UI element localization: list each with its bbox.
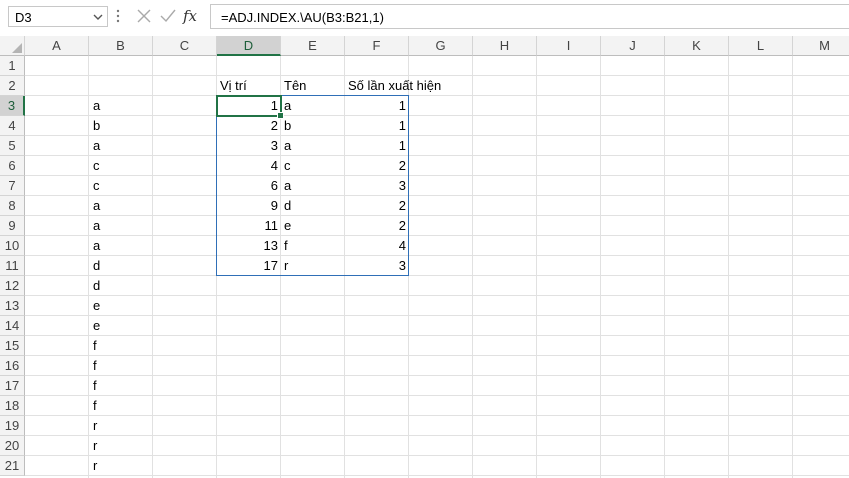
cell-b5[interactable]: a	[90, 136, 154, 156]
row-header-2[interactable]: 2	[0, 76, 25, 96]
row-header-7[interactable]: 7	[0, 176, 25, 196]
column-header-k[interactable]: K	[665, 36, 729, 56]
row-header-10[interactable]: 10	[0, 236, 25, 256]
cell-header-d[interactable]: Vị trí	[217, 76, 281, 96]
cell-b9[interactable]: a	[90, 216, 154, 236]
name-box-value: D3	[15, 10, 32, 25]
column-header-h[interactable]: H	[473, 36, 537, 56]
chevron-down-icon[interactable]	[93, 13, 103, 21]
cell-b4[interactable]: b	[90, 116, 154, 136]
cell-b19[interactable]: r	[90, 416, 154, 436]
spreadsheet-grid: A B C D E F G H I J K L M 1 2 3 4 5 6 7 8 9 10 11 12 13 14 15 16 17 18…	[0, 36, 849, 478]
row-header-12[interactable]: 12	[0, 276, 25, 296]
row-header-16[interactable]: 16	[0, 356, 25, 376]
row-header-20[interactable]: 20	[0, 436, 25, 456]
spill-range-border	[216, 95, 409, 276]
cell-b10[interactable]: a	[90, 236, 154, 256]
row-header-1[interactable]: 1	[0, 56, 25, 76]
row-header-5[interactable]: 5	[0, 136, 25, 156]
cell-b3[interactable]: a	[90, 96, 154, 116]
name-box[interactable]: D3	[8, 6, 108, 27]
row-header-4[interactable]: 4	[0, 116, 25, 136]
row-header-6[interactable]: 6	[0, 156, 25, 176]
row-header-21[interactable]: 21	[0, 456, 25, 476]
fill-handle[interactable]	[277, 112, 284, 119]
cell-b14[interactable]: e	[90, 316, 154, 336]
column-header-l[interactable]: L	[729, 36, 793, 56]
column-header-m[interactable]: M	[793, 36, 849, 56]
row-header-15[interactable]: 15	[0, 336, 25, 356]
column-header-g[interactable]: G	[409, 36, 473, 56]
cell-b17[interactable]: f	[90, 376, 154, 396]
row-header-17[interactable]: 17	[0, 376, 25, 396]
more-options-icon[interactable]	[116, 9, 120, 23]
formula-bar: D3 fx =ADJ.INDEX.\AU(B3:B21,1)	[0, 0, 849, 36]
row-header-11[interactable]: 11	[0, 256, 25, 276]
column-header-j[interactable]: J	[601, 36, 665, 56]
cell-b13[interactable]: e	[90, 296, 154, 316]
select-all-corner[interactable]	[0, 36, 25, 56]
cell-b15[interactable]: f	[90, 336, 154, 356]
cell-header-f[interactable]: Số lần xuất hiện	[345, 76, 473, 96]
row-header-13[interactable]: 13	[0, 296, 25, 316]
cell-b18[interactable]: f	[90, 396, 154, 416]
cell-b6[interactable]: c	[90, 156, 154, 176]
formula-text: =ADJ.INDEX.\AU(B3:B21,1)	[221, 10, 384, 25]
row-header-3[interactable]: 3	[0, 96, 25, 116]
active-cell-selection[interactable]	[216, 95, 282, 117]
cell-header-e[interactable]: Tên	[281, 76, 345, 96]
row-header-8[interactable]: 8	[0, 196, 25, 216]
formula-input[interactable]: =ADJ.INDEX.\AU(B3:B21,1)	[210, 4, 849, 29]
column-header-e[interactable]: E	[281, 36, 345, 56]
column-header-i[interactable]: I	[537, 36, 601, 56]
cell-b11[interactable]: d	[90, 256, 154, 276]
column-header-c[interactable]: C	[153, 36, 217, 56]
row-header-19[interactable]: 19	[0, 416, 25, 436]
fx-icon[interactable]: fx	[183, 7, 205, 27]
column-header-a[interactable]: A	[25, 36, 89, 56]
row-header-14[interactable]: 14	[0, 316, 25, 336]
cell-b16[interactable]: f	[90, 356, 154, 376]
row-header-18[interactable]: 18	[0, 396, 25, 416]
column-header-d[interactable]: D	[217, 36, 281, 56]
cell-b7[interactable]: c	[90, 176, 154, 196]
cell-b8[interactable]: a	[90, 196, 154, 216]
row-header-9[interactable]: 9	[0, 216, 25, 236]
column-header-b[interactable]: B	[89, 36, 153, 56]
check-icon[interactable]	[158, 6, 178, 26]
cell-b20[interactable]: r	[90, 436, 154, 456]
column-header-f[interactable]: F	[345, 36, 409, 56]
cell-b21[interactable]: r	[90, 456, 154, 476]
x-icon[interactable]	[134, 6, 154, 26]
cell-b12[interactable]: d	[90, 276, 154, 296]
